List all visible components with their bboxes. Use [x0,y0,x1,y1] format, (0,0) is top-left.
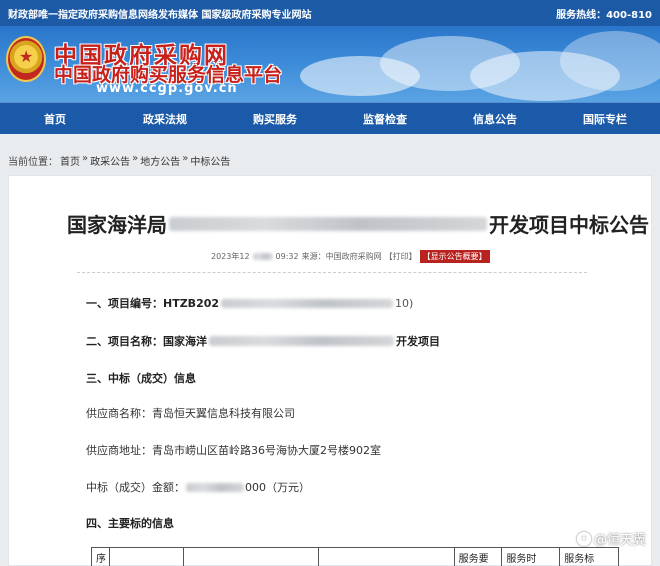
supplier-address: 青岛市崂山区苗岭路36号海协大厦2号楼902室 [152,444,381,457]
main-items-table: 序 服务要 服务时 服务标 [91,547,619,566]
breadcrumb-separator: » [82,153,89,164]
table-header-cell [110,548,184,566]
project-number-suffix: 10) [395,296,414,310]
article-meta: 2023年12 09:32 来源：中国政府采购网 【打印】 【显示公告概要】 [211,250,490,263]
award-amount-label: 中标（成交）金额： [86,481,185,494]
supplier-name-row: 供应商名称： 青岛恒天翼信息科技有限公司 [86,405,295,421]
table-header-cell: 服务时 [502,548,561,566]
project-name: 二、项目名称： 国家海洋 开发项目 [86,333,440,349]
watermark-text: @恒天翼 [593,533,646,548]
table-header-cell [184,548,320,566]
redacted-amount [186,482,244,492]
site-url: www.ccgp.gov.cn [96,81,238,96]
meta-date: 2023年12 [211,252,250,261]
article-title-prefix: 国家海洋局 [67,213,167,237]
meta-time: 09:32 [275,252,299,261]
nav-item-home[interactable]: 首页 [0,111,110,127]
nav-item-purchase-services[interactable]: 购买服务 [220,111,330,127]
redacted-project-number [221,298,394,308]
award-amount-suffix: 000（万元） [245,481,310,494]
article-panel: 国家海洋局 开发项目中标公告 2023年12 09:32 来源：中国政府采购网 … [8,175,652,566]
breadcrumb-separator: » [132,153,139,164]
breadcrumb-award[interactable]: 中标公告 [190,153,230,168]
top-info-bar: 财政部唯一指定政府采购信息网络发布媒体 国家级政府采购专业网站 服务热线：400… [0,0,660,26]
table-header-cell [319,548,455,566]
site-banner: 中国政府采购网 中国政府购买服务信息平台 www.ccgp.gov.cn [0,26,660,102]
breadcrumb-label: 当前位置： [8,157,58,168]
nav-item-announcements[interactable]: 信息公告 [440,111,550,127]
project-number-label: 一、项目编号： [86,297,163,310]
redacted-title [169,216,487,231]
project-name-prefix: 国家海洋 [163,335,207,348]
supplier-address-row: 供应商地址： 青岛市崂山区苗岭路36号海协大厦2号楼902室 [86,442,381,458]
project-number: 一、项目编号： HTZB202 10) [86,295,413,311]
table-header-cell: 序 [92,548,110,566]
table-header-cell: 服务要 [455,548,503,566]
article-title: 国家海洋局 开发项目中标公告 [67,209,649,238]
main-nav: 首页 政采法规 购买服务 监督检查 信息公告 国际专栏 [0,102,660,134]
breadcrumb-local[interactable]: 地方公告 [140,153,180,168]
source-watermark: ✦ @恒天翼 [576,529,646,548]
nav-item-international[interactable]: 国际专栏 [550,111,660,127]
supplier-name-label: 供应商名称： [86,407,152,420]
national-emblem-icon[interactable] [6,36,46,82]
meta-source: 来源：中国政府采购网 [301,252,382,261]
project-name-label: 二、项目名称： [86,335,163,348]
supplier-name: 青岛恒天翼信息科技有限公司 [152,407,295,420]
supplier-address-label: 供应商地址： [86,444,152,457]
award-amount-row: 中标（成交）金额： 000（万元） [86,479,310,495]
nav-item-regulations[interactable]: 政采法规 [110,111,220,127]
breadcrumb-separator: » [182,153,189,164]
table-header-cell: 服务标 [564,554,595,565]
project-name-suffix: 开发项目 [396,335,440,348]
section-award-info: 三、中标（成交）信息 [86,372,196,385]
breadcrumb-home[interactable]: 首页 [60,153,80,168]
watermark-logo-icon: ✦ [576,531,591,546]
redacted-project-name [209,336,394,346]
nav-item-supervision[interactable]: 监督检查 [330,111,440,127]
divider [77,272,587,273]
service-hotline: 服务热线：400-810 [556,9,652,21]
redacted-date [252,253,273,260]
breadcrumb: 当前位置： 首页 » 政采公告 » 地方公告 » 中标公告 [8,153,230,168]
top-slogan: 财政部唯一指定政府采购信息网络发布媒体 国家级政府采购专业网站 [8,9,312,21]
show-summary-button[interactable]: 【显示公告概要】 [419,250,490,263]
article-title-suffix: 开发项目中标公告 [489,213,649,237]
project-number-prefix: HTZB202 [163,296,220,310]
section-main-items: 四、主要标的信息 [86,517,174,530]
breadcrumb-announcements[interactable]: 政采公告 [90,153,130,168]
print-link[interactable]: 【打印】 [385,251,417,262]
